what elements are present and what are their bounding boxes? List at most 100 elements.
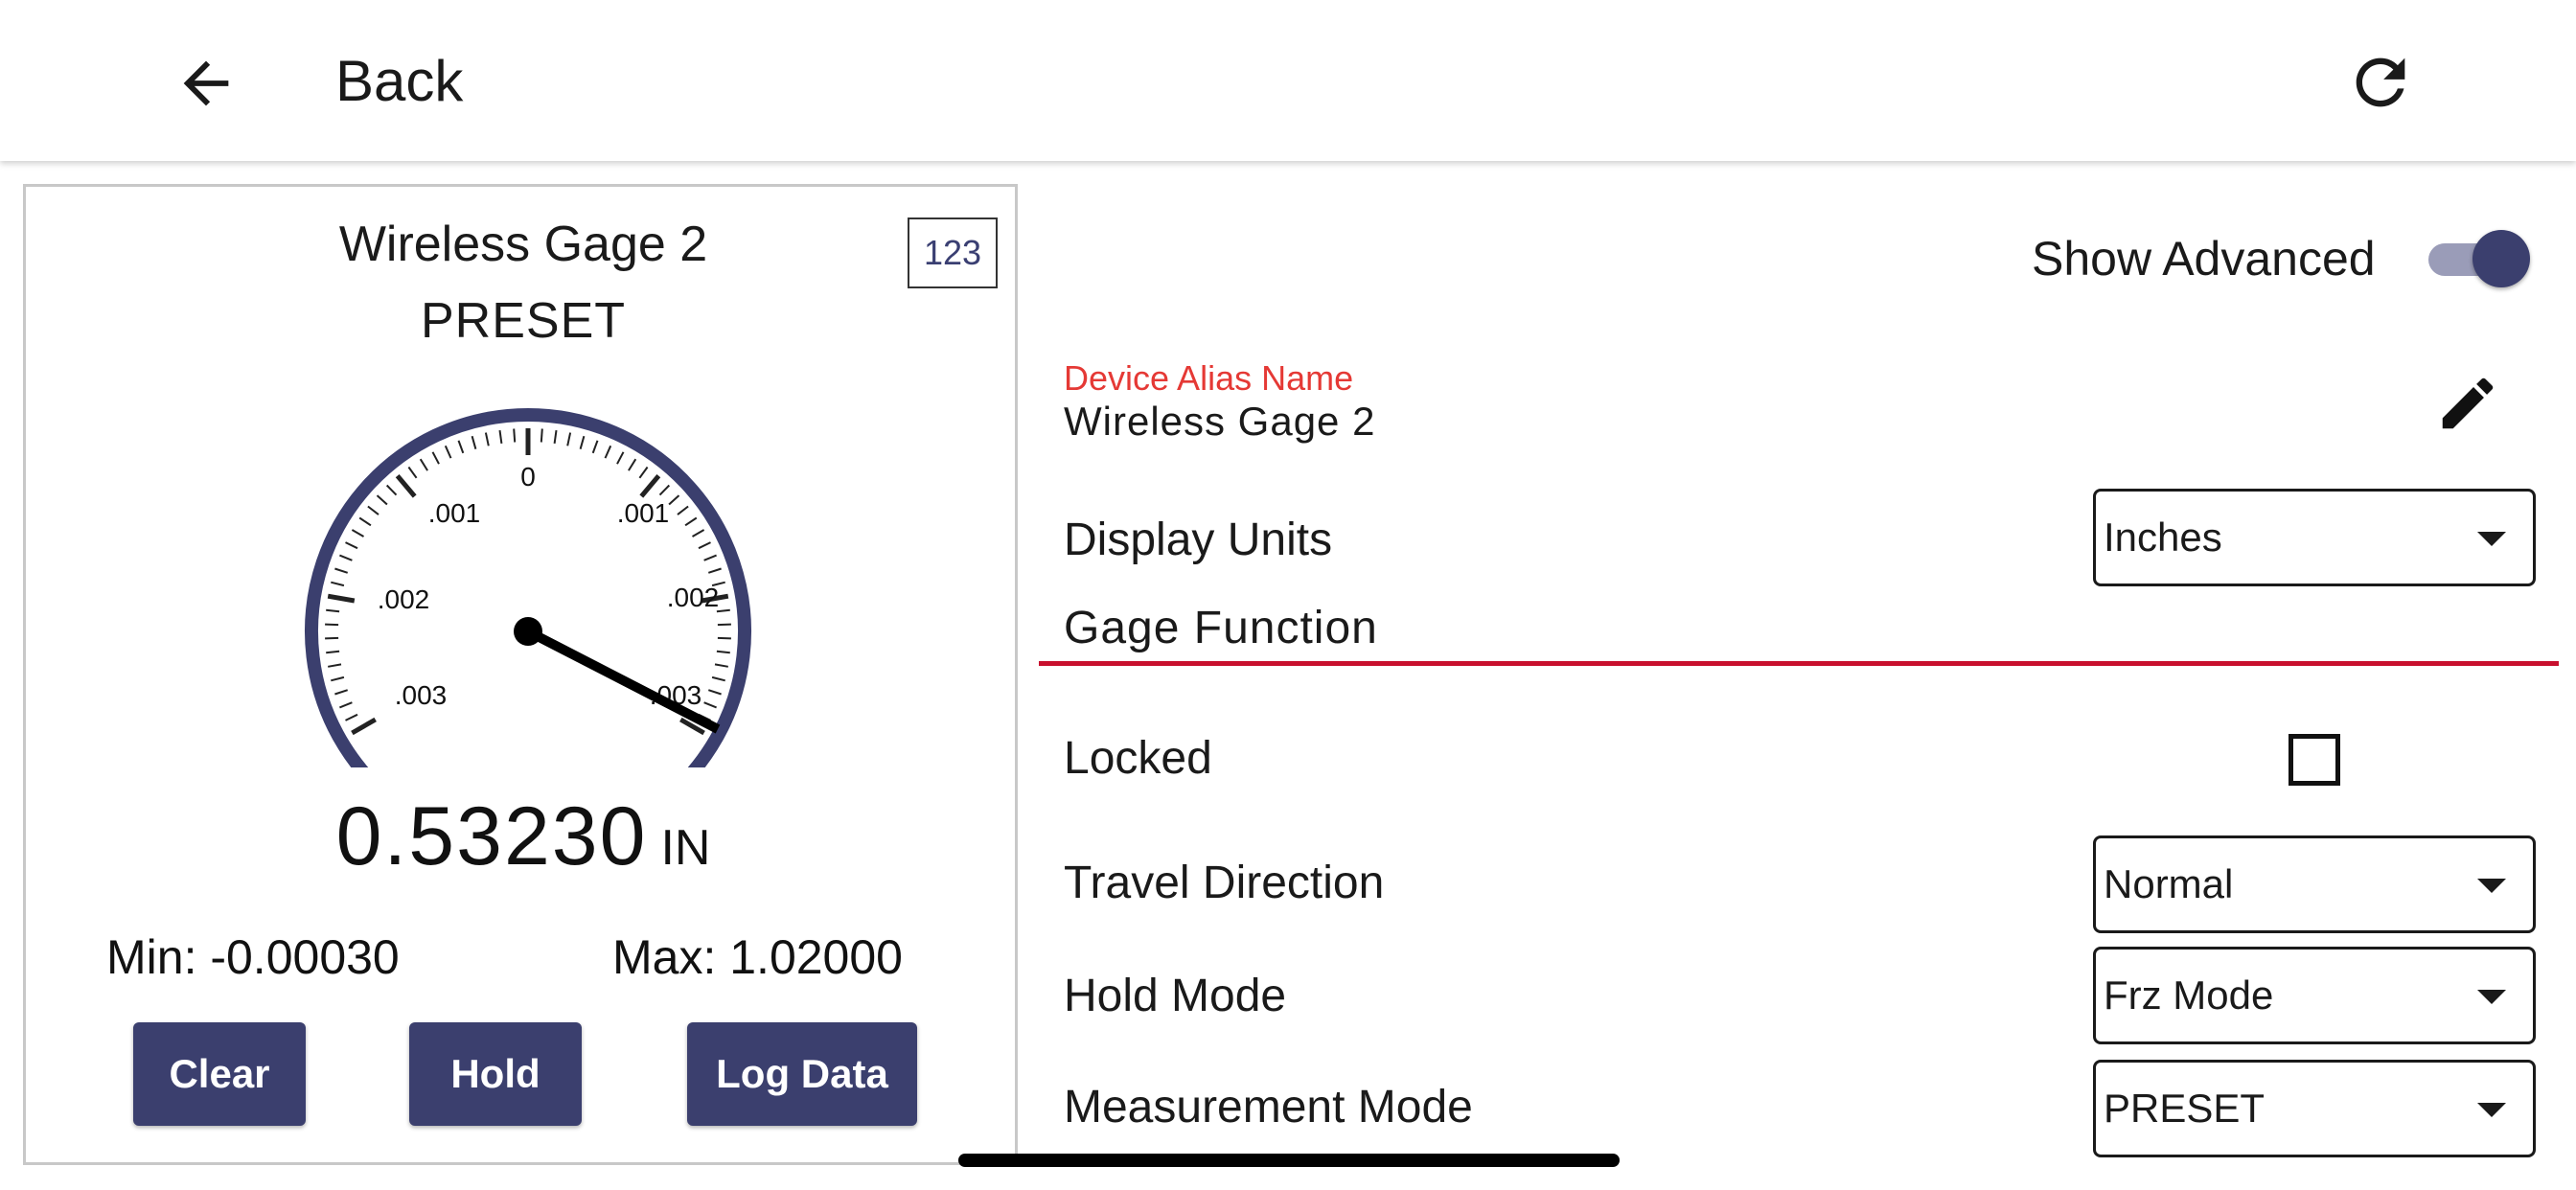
dial-minor-tick — [351, 529, 365, 538]
display-units-select[interactable]: Inches — [2093, 489, 2536, 586]
dial-minor-tick — [707, 567, 722, 574]
dial-minor-tick — [698, 541, 711, 550]
measurement-mode-value: PRESET — [2104, 1086, 2266, 1131]
display-units-value: Inches — [2104, 515, 2222, 560]
dial-minor-tick — [513, 428, 517, 443]
dial-minor-tick — [684, 516, 698, 527]
dial-minor-tick — [638, 466, 649, 479]
dial-major-tick — [639, 473, 661, 498]
dial-minor-tick — [717, 636, 731, 640]
display-units-label: Display Units — [1064, 515, 1333, 565]
gage-card: Wireless Gage 2 PRESET 123 0 .001 .002 .… — [23, 184, 1018, 1165]
app-header: Back — [0, 0, 2576, 161]
dial-minor-tick — [339, 701, 353, 709]
dial-minor-tick — [591, 440, 599, 454]
locked-checkbox[interactable] — [2288, 734, 2340, 786]
numeric-view-button[interactable]: 123 — [908, 217, 998, 288]
dial-pivot — [514, 617, 542, 646]
dial-minor-tick — [367, 505, 380, 515]
dial-major-tick — [395, 473, 417, 498]
reading-unit: IN — [660, 820, 711, 876]
dial-label-left-1: .001 — [428, 498, 481, 528]
dial-minor-tick — [703, 701, 717, 709]
dial-label-right-2: .002 — [667, 583, 720, 612]
min-value: Min: -0.00030 — [106, 930, 400, 984]
log-data-button[interactable]: Log Data — [687, 1022, 917, 1126]
dial-minor-tick — [717, 623, 731, 627]
dial-minor-tick — [325, 636, 339, 640]
dial-minor-tick — [703, 554, 717, 561]
dial-minor-tick — [444, 445, 452, 459]
hold-mode-label: Hold Mode — [1064, 971, 1287, 1021]
dial-minor-tick — [553, 429, 558, 445]
dial-minor-tick — [616, 451, 625, 465]
dial-label-left-2: .002 — [378, 584, 430, 614]
dial-minor-tick — [658, 484, 671, 496]
hold-mode-value: Frz Mode — [2104, 973, 2274, 1018]
dial-minor-tick — [385, 484, 398, 496]
reading: 0.53230 IN — [26, 789, 1021, 884]
dial-label-right-1: .001 — [617, 498, 670, 528]
dial-minor-tick — [345, 541, 358, 550]
toggle-thumb — [2472, 230, 2530, 287]
dial-minor-tick — [431, 451, 440, 465]
dial-minor-tick — [566, 432, 572, 446]
travel-direction-select[interactable]: Normal — [2093, 835, 2536, 933]
dial-minor-tick — [711, 675, 725, 682]
dial-minor-tick — [334, 567, 349, 574]
hold-mode-select[interactable]: Frz Mode — [2093, 947, 2536, 1044]
dial-minor-tick — [579, 435, 586, 449]
dial-minor-tick — [498, 429, 503, 445]
dial-minor-tick — [471, 435, 477, 449]
dial-label-center: 0 — [520, 462, 536, 492]
gage-mode: PRESET — [420, 293, 627, 349]
locked-label: Locked — [1064, 733, 1212, 784]
caret-down-icon — [2477, 532, 2506, 546]
dial-minor-tick — [668, 494, 680, 506]
back-button[interactable]: Back — [335, 48, 463, 115]
dial-minor-tick — [677, 505, 689, 515]
dial-minor-tick — [407, 466, 418, 479]
dial-major-tick — [351, 717, 377, 736]
pencil-icon[interactable] — [2434, 370, 2501, 437]
max-value: Max: 1.02000 — [612, 930, 903, 984]
dial-minor-tick — [358, 516, 372, 527]
dial-minor-tick — [540, 428, 543, 443]
dial-label-left-3: .003 — [395, 680, 448, 710]
dial-minor-tick — [345, 713, 358, 721]
measurement-mode-label: Measurement Mode — [1064, 1082, 1473, 1133]
dial-major-tick — [327, 593, 356, 604]
dial-minor-tick — [628, 458, 637, 471]
caret-down-icon — [2477, 990, 2506, 1004]
alias-caption: Device Alias Name — [1064, 358, 1354, 398]
dial-minor-tick — [604, 445, 612, 459]
show-advanced-label: Show Advanced — [2032, 232, 2376, 286]
section-title: Gage Function — [1064, 603, 1378, 653]
section-divider — [1039, 661, 2559, 666]
dial-minor-tick — [339, 554, 353, 561]
dial-minor-tick — [328, 663, 342, 668]
caret-down-icon — [2477, 879, 2506, 893]
arrow-left-icon[interactable] — [172, 50, 240, 117]
dial-minor-tick — [334, 689, 349, 696]
show-advanced-toggle[interactable] — [2425, 226, 2532, 291]
dial-minor-tick — [331, 581, 345, 587]
reading-value: 0.53230 — [335, 790, 648, 882]
caret-down-icon — [2477, 1103, 2506, 1117]
dial-minor-tick — [326, 608, 340, 613]
dial-minor-tick — [716, 650, 730, 654]
dial-minor-tick — [331, 675, 345, 682]
travel-direction-value: Normal — [2104, 861, 2234, 906]
dial-minor-tick — [691, 529, 705, 538]
dial-minor-tick — [326, 650, 340, 654]
dial-minor-tick — [707, 689, 722, 696]
hold-button[interactable]: Hold — [409, 1022, 582, 1126]
dial-minor-tick — [325, 623, 339, 627]
alias-value: Wireless Gage 2 — [1064, 399, 1376, 444]
dial-minor-tick — [376, 494, 388, 506]
measurement-mode-select[interactable]: PRESET — [2093, 1060, 2536, 1157]
refresh-icon[interactable] — [2344, 46, 2417, 119]
gage-title: Wireless Gage 2 — [338, 217, 708, 272]
clear-button[interactable]: Clear — [133, 1022, 306, 1126]
analog-dial: 0 .001 .002 .003 .001 .002 .003 — [305, 407, 751, 767]
